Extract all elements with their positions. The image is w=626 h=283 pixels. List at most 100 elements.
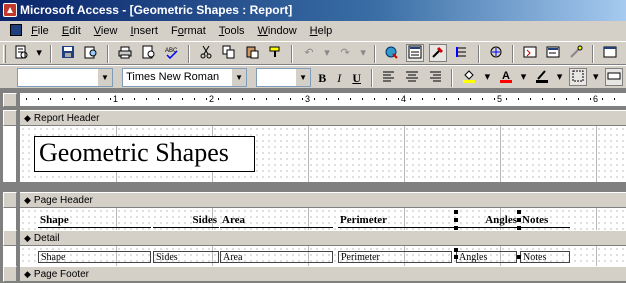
menu-insert[interactable]: Insert	[130, 25, 158, 37]
format-painter-icon[interactable]	[266, 44, 284, 62]
toolbar-separator	[477, 45, 480, 63]
ruler-tick	[410, 98, 411, 100]
database-window-icon[interactable]	[601, 44, 619, 62]
detail-area-textbox[interactable]: Area	[220, 251, 333, 263]
header-shape-label[interactable]: Shape	[38, 214, 151, 228]
header-perimeter-label[interactable]: Perimeter	[338, 214, 454, 228]
vertical-ruler[interactable]	[3, 208, 17, 230]
menu-edit[interactable]: Edit	[62, 25, 81, 37]
bold-button[interactable]: B	[318, 69, 326, 87]
toolbox-icon[interactable]	[429, 44, 448, 62]
detail-notes-textbox[interactable]: Notes	[520, 251, 570, 263]
underline-button[interactable]: U	[352, 69, 361, 87]
view-dropdown-icon[interactable]: ▾	[35, 44, 43, 62]
vertical-ruler[interactable]	[3, 126, 17, 182]
detail-selector[interactable]	[3, 230, 17, 246]
section-report-header[interactable]: ◆ Report Header	[20, 110, 626, 126]
font-color-dropdown-icon[interactable]: ▾	[520, 68, 528, 86]
menu-format[interactable]: Format	[171, 25, 206, 37]
code-icon[interactable]	[521, 44, 539, 62]
align-left-icon[interactable]	[380, 68, 398, 86]
properties-icon[interactable]	[544, 44, 562, 62]
print-icon[interactable]	[116, 44, 134, 62]
ruler-number: 4	[401, 94, 407, 104]
build-icon[interactable]	[567, 44, 585, 62]
font-size-select[interactable]: ▼	[256, 68, 312, 87]
fill-color-dropdown-icon[interactable]: ▾	[483, 68, 491, 86]
header-sides-label[interactable]: Sides	[153, 214, 219, 228]
chevron-down-icon[interactable]: ▼	[295, 69, 311, 86]
menu-window[interactable]: Window	[258, 25, 297, 37]
title-bar[interactable]: Microsoft Access - [Geometric Shapes : R…	[0, 0, 626, 21]
line-border-width-icon[interactable]	[568, 68, 587, 86]
paste-icon[interactable]	[243, 44, 261, 62]
resize-handle[interactable]	[454, 218, 458, 222]
line-color-icon[interactable]	[533, 68, 551, 86]
formatting-toolbar: ▼ Times New Roman ▼ ▼ B I U ▾ A ▾ ▾ ▾ ▾	[0, 65, 626, 89]
special-effect-icon[interactable]	[604, 68, 623, 86]
section-page-footer[interactable]: ◆ Page Footer	[20, 266, 626, 282]
detail-angles-textbox[interactable]: Angles	[456, 251, 517, 263]
print-preview-icon[interactable]	[140, 44, 158, 62]
report-header-selector[interactable]	[3, 110, 17, 126]
menu-view[interactable]: View	[94, 25, 118, 37]
vertical-ruler[interactable]	[3, 246, 17, 266]
menu-file[interactable]: File	[31, 25, 49, 37]
page-footer-selector[interactable]	[3, 266, 17, 282]
resize-handle[interactable]	[517, 210, 521, 214]
fill-color-icon[interactable]	[460, 68, 478, 86]
toolbar-grip[interactable]	[3, 45, 6, 63]
object-select[interactable]: ▼	[17, 68, 113, 87]
detail-perimeter-textbox[interactable]: Perimeter	[338, 251, 452, 263]
copy-icon[interactable]	[220, 44, 238, 62]
resize-handle[interactable]	[517, 218, 521, 222]
insert-hyperlink-icon[interactable]	[383, 44, 401, 62]
detail-shape-textbox[interactable]: Shape	[38, 251, 151, 263]
undo-icon[interactable]: ↶	[300, 44, 318, 62]
page-header-area[interactable]: Shape Sides Area Perimeter Angles Notes	[20, 208, 626, 230]
access-app-icon[interactable]	[3, 3, 17, 17]
view-icon[interactable]	[12, 44, 30, 62]
detail-sides-textbox[interactable]: Sides	[153, 251, 219, 263]
ruler-tick	[590, 98, 591, 100]
redo-dropdown-icon[interactable]: ▾	[359, 44, 367, 62]
line-color-dropdown-icon[interactable]: ▾	[556, 68, 564, 86]
resize-handle[interactable]	[454, 255, 458, 259]
header-notes-label[interactable]: Notes	[520, 214, 570, 228]
cut-icon[interactable]	[197, 44, 215, 62]
italic-button[interactable]: I	[337, 69, 341, 87]
report-document-icon[interactable]	[10, 24, 22, 36]
header-area-label[interactable]: Area	[220, 214, 333, 228]
save-icon[interactable]	[59, 44, 77, 62]
font-color-icon[interactable]: A	[497, 68, 515, 86]
border-width-dropdown-icon[interactable]: ▾	[592, 68, 600, 86]
menu-tools[interactable]: Tools	[219, 25, 245, 37]
menu-help[interactable]: Help	[310, 25, 333, 37]
resize-handle[interactable]	[454, 210, 458, 214]
detail-area[interactable]: Shape Sides Area Perimeter Angles Notes	[20, 246, 626, 266]
resize-handle[interactable]	[517, 255, 521, 259]
report-header-area[interactable]: Geometric Shapes	[20, 126, 626, 182]
ruler-tick	[518, 98, 519, 100]
chevron-down-icon[interactable]: ▼	[97, 69, 112, 86]
font-name-select[interactable]: Times New Roman ▼	[122, 68, 248, 87]
sorting-grouping-icon[interactable]	[453, 44, 471, 62]
report-selector[interactable]	[3, 93, 17, 107]
horizontal-ruler[interactable]: 1 2 3 4 5 6	[20, 93, 626, 107]
autoformat-icon[interactable]	[487, 44, 505, 62]
ruler-number: 6	[593, 94, 599, 104]
file-search-icon[interactable]	[82, 44, 100, 62]
field-list-icon[interactable]	[406, 44, 425, 62]
resize-handle[interactable]	[454, 248, 458, 252]
align-right-icon[interactable]	[426, 68, 444, 86]
spelling-icon[interactable]: ABC	[163, 44, 181, 62]
section-detail[interactable]: ◆ Detail	[20, 230, 626, 246]
undo-dropdown-icon[interactable]: ▾	[323, 44, 331, 62]
report-title-label[interactable]: Geometric Shapes	[34, 136, 255, 172]
chevron-down-icon[interactable]: ▼	[231, 69, 247, 86]
align-center-icon[interactable]	[403, 68, 421, 86]
section-page-header[interactable]: ◆ Page Header	[20, 192, 626, 208]
redo-icon[interactable]: ↷	[336, 44, 354, 62]
header-angles-label[interactable]: Angles	[456, 214, 519, 228]
page-header-selector[interactable]	[3, 192, 17, 208]
